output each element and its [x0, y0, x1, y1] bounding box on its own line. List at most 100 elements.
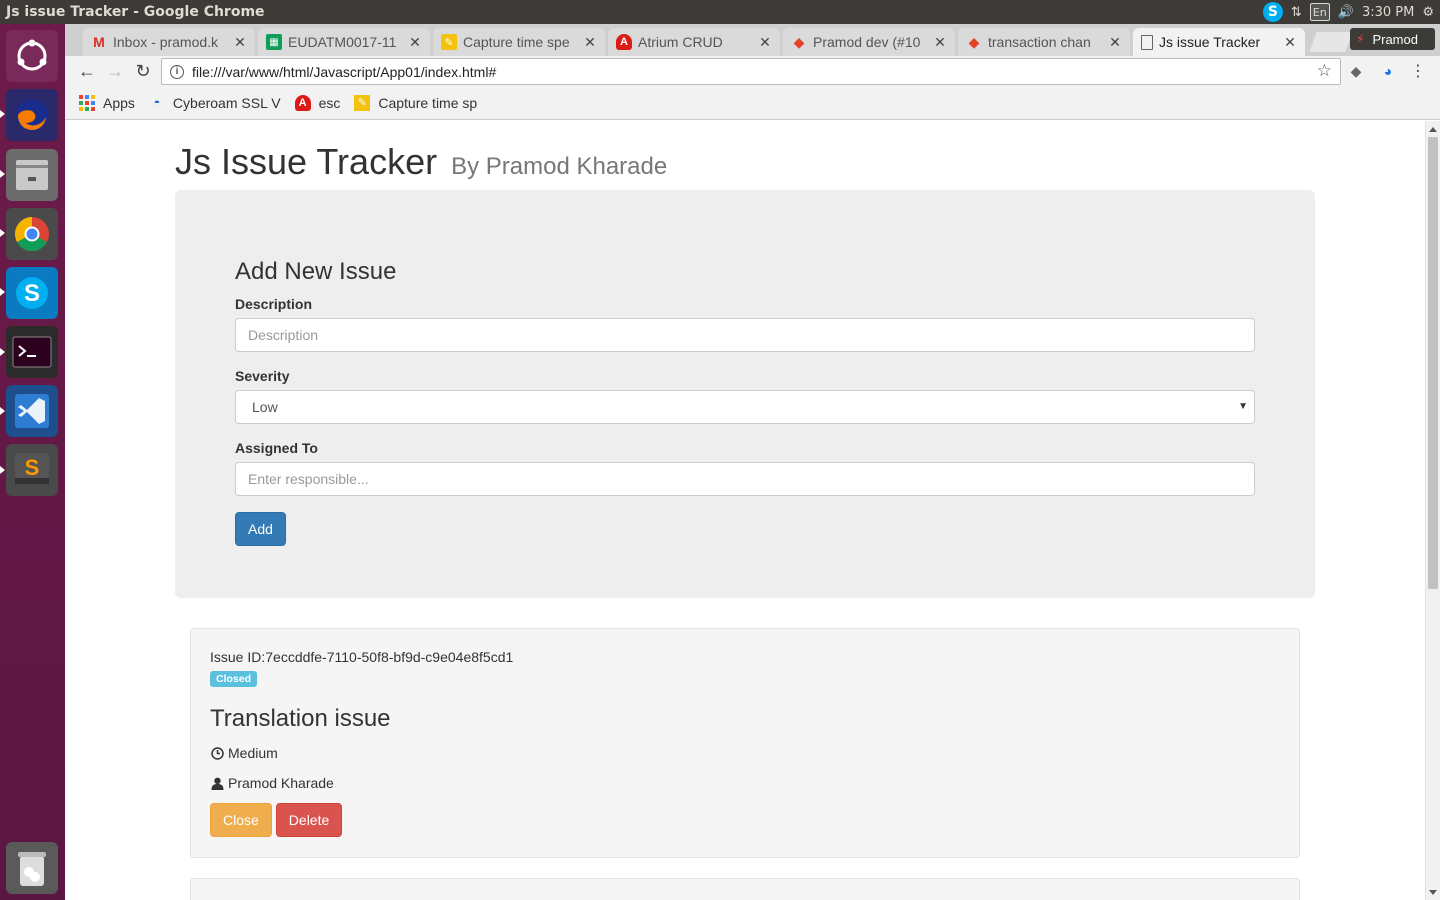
vscode-icon[interactable] — [6, 385, 58, 437]
bookmark-apps[interactable]: Apps — [79, 94, 135, 111]
sublime-text-icon[interactable]: S — [6, 444, 58, 496]
form-heading: Add New Issue — [235, 258, 397, 285]
tab-atrium-crud[interactable]: A Atrium CRUD ✕ — [608, 28, 780, 56]
issue-assignee: Pramod Kharade — [210, 775, 1280, 791]
close-icon[interactable]: ✕ — [1283, 34, 1297, 51]
severity-label: Severity — [235, 368, 290, 384]
delete-issue-button[interactable]: Delete — [275, 803, 343, 837]
close-icon[interactable]: ✕ — [408, 34, 422, 51]
issue-severity: Medium — [210, 745, 1280, 761]
tab-label: EUDATM0017-11 — [288, 34, 397, 50]
back-button[interactable]: ← — [75, 60, 99, 82]
running-indicator — [0, 348, 5, 356]
tab-capture-time[interactable]: ✎ Capture time spe ✕ — [433, 28, 605, 56]
bookmark-capture-time[interactable]: ✎ Capture time sp — [354, 94, 478, 111]
scroll-up-arrow-icon[interactable] — [1429, 127, 1437, 132]
address-bar[interactable]: i file:///var/www/html/Javascript/App01/… — [161, 58, 1341, 85]
tab-label: Capture time spe — [463, 34, 570, 50]
system-tray: S ⇅ En 🔊 3:30 PM ⚙ — [1262, 0, 1434, 24]
apps-grid-icon — [79, 94, 95, 111]
reload-button[interactable]: ↻ — [131, 60, 155, 82]
svg-text:S: S — [24, 280, 40, 307]
issue-actions: Close Delete — [210, 803, 1280, 837]
close-issue-button[interactable]: Close — [210, 803, 272, 837]
menu-icon[interactable]: ⋮ — [1409, 62, 1427, 80]
issue-card: Issue ID:7eccddfe-7110-50f8-bf9d-c9e04e8… — [190, 628, 1300, 858]
description-label: Description — [235, 296, 313, 312]
close-icon[interactable]: ✕ — [933, 34, 947, 51]
close-icon[interactable]: ✕ — [233, 34, 247, 51]
assigned-to-input[interactable]: Enter responsible... — [235, 462, 1255, 496]
gitlab-icon: ◆ — [968, 33, 980, 50]
window-title: Js issue Tracker - Google Chrome — [6, 4, 265, 20]
keyboard-layout-indicator[interactable]: En — [1309, 3, 1330, 21]
bookmark-star-icon[interactable]: ☆ — [1317, 61, 1332, 81]
skype-icon[interactable]: S — [6, 267, 58, 319]
running-indicator — [0, 466, 5, 474]
issue-card-body: Issue ID:7eccddfe-7110-50f8-bf9d-c9e04e8… — [210, 649, 1280, 837]
tab-label: transaction chan — [988, 34, 1091, 50]
bookmark-label: Apps — [103, 94, 135, 111]
add-issue-form: Add New Issue Description Description Se… — [235, 258, 1255, 546]
sheets-icon: ▦ — [266, 34, 282, 50]
forward-button[interactable]: → — [103, 60, 127, 82]
tab-gitlab-transaction[interactable]: ◆ transaction chan ✕ — [958, 28, 1130, 56]
gitlab-icon: ◆ — [793, 33, 805, 50]
close-icon[interactable]: ✕ — [583, 34, 597, 51]
tab-label: Pramod dev (#10 — [813, 34, 921, 50]
angular-icon: A — [616, 34, 632, 50]
status-badge: Closed — [210, 671, 258, 687]
running-indicator — [0, 407, 5, 415]
trash-icon[interactable] — [6, 842, 58, 894]
page-title-text: Js Issue Tracker — [175, 141, 438, 182]
tab-gitlab-pramod-dev[interactable]: ◆ Pramod dev (#10 ✕ — [783, 28, 955, 56]
tab-js-issue-tracker[interactable]: Js issue Tracker ✕ — [1133, 28, 1305, 56]
chrome-icon[interactable] — [6, 208, 58, 260]
close-icon[interactable]: ✕ — [1108, 34, 1122, 51]
clock[interactable]: 3:30 PM — [1362, 2, 1414, 22]
tab-gmail[interactable]: M Inbox - pramod.k ✕ — [83, 28, 255, 56]
extension-icon[interactable]: ◆ — [1347, 62, 1365, 80]
close-icon[interactable]: ✕ — [758, 34, 772, 51]
issue-assignee-text: Pramod Kharade — [228, 775, 334, 791]
bookmarks-bar: Apps ◓ Cyberoam SSL V A esc ✎ Capture ti… — [65, 86, 1440, 120]
skype-tray-icon[interactable]: S — [1262, 2, 1283, 22]
page-title: Js Issue Tracker By Pramod Kharade — [175, 141, 667, 183]
running-indicator — [0, 229, 5, 237]
severity-select[interactable]: Low ▼ — [235, 390, 1255, 424]
scroll-down-arrow-icon[interactable] — [1429, 890, 1437, 895]
description-input[interactable]: Description — [235, 318, 1255, 352]
files-icon[interactable] — [6, 149, 58, 201]
gmail-icon: M — [93, 34, 105, 50]
page-scrollbar[interactable] — [1425, 121, 1440, 900]
bookmark-label: Capture time sp — [378, 94, 478, 111]
angular-icon: A — [294, 94, 311, 111]
cyberoam-icon: ◓ — [153, 96, 161, 109]
browser-toolbar: ← → ↻ i file:///var/www/html/Javascript/… — [65, 56, 1440, 86]
user-icon — [210, 776, 224, 790]
terminal-icon[interactable] — [6, 326, 58, 378]
profile-button[interactable]: ⚡ Pramod — [1350, 28, 1435, 50]
bookmark-cyberoam[interactable]: ◓ Cyberoam SSL V — [149, 95, 281, 111]
running-indicator — [0, 110, 5, 118]
severity-selected-value: Low — [252, 399, 278, 415]
running-indicator — [0, 288, 5, 296]
new-tab-button[interactable] — [1309, 32, 1353, 52]
add-button[interactable]: Add — [235, 512, 286, 546]
page-subtitle: By Pramod Kharade — [451, 153, 668, 180]
gear-icon[interactable]: ⚙ — [1422, 2, 1434, 22]
clock-icon — [210, 746, 224, 760]
network-icon[interactable]: ⇅ — [1291, 2, 1302, 22]
firefox-icon[interactable] — [6, 89, 58, 141]
capture-icon: ✎ — [441, 34, 457, 50]
tab-sheets[interactable]: ▦ EUDATM0017-11 ✕ — [258, 28, 430, 56]
page-icon — [1141, 34, 1153, 50]
extension-globe-icon[interactable]: ◕ — [1379, 62, 1397, 80]
scrollbar-thumb[interactable] — [1428, 137, 1438, 589]
volume-icon[interactable]: 🔊 — [1338, 2, 1354, 22]
running-indicator — [0, 170, 5, 178]
svg-text:S: S — [25, 455, 40, 480]
bookmark-esc[interactable]: A esc — [294, 94, 340, 111]
info-icon[interactable]: i — [170, 64, 184, 79]
ubuntu-dash-icon[interactable] — [6, 30, 58, 82]
